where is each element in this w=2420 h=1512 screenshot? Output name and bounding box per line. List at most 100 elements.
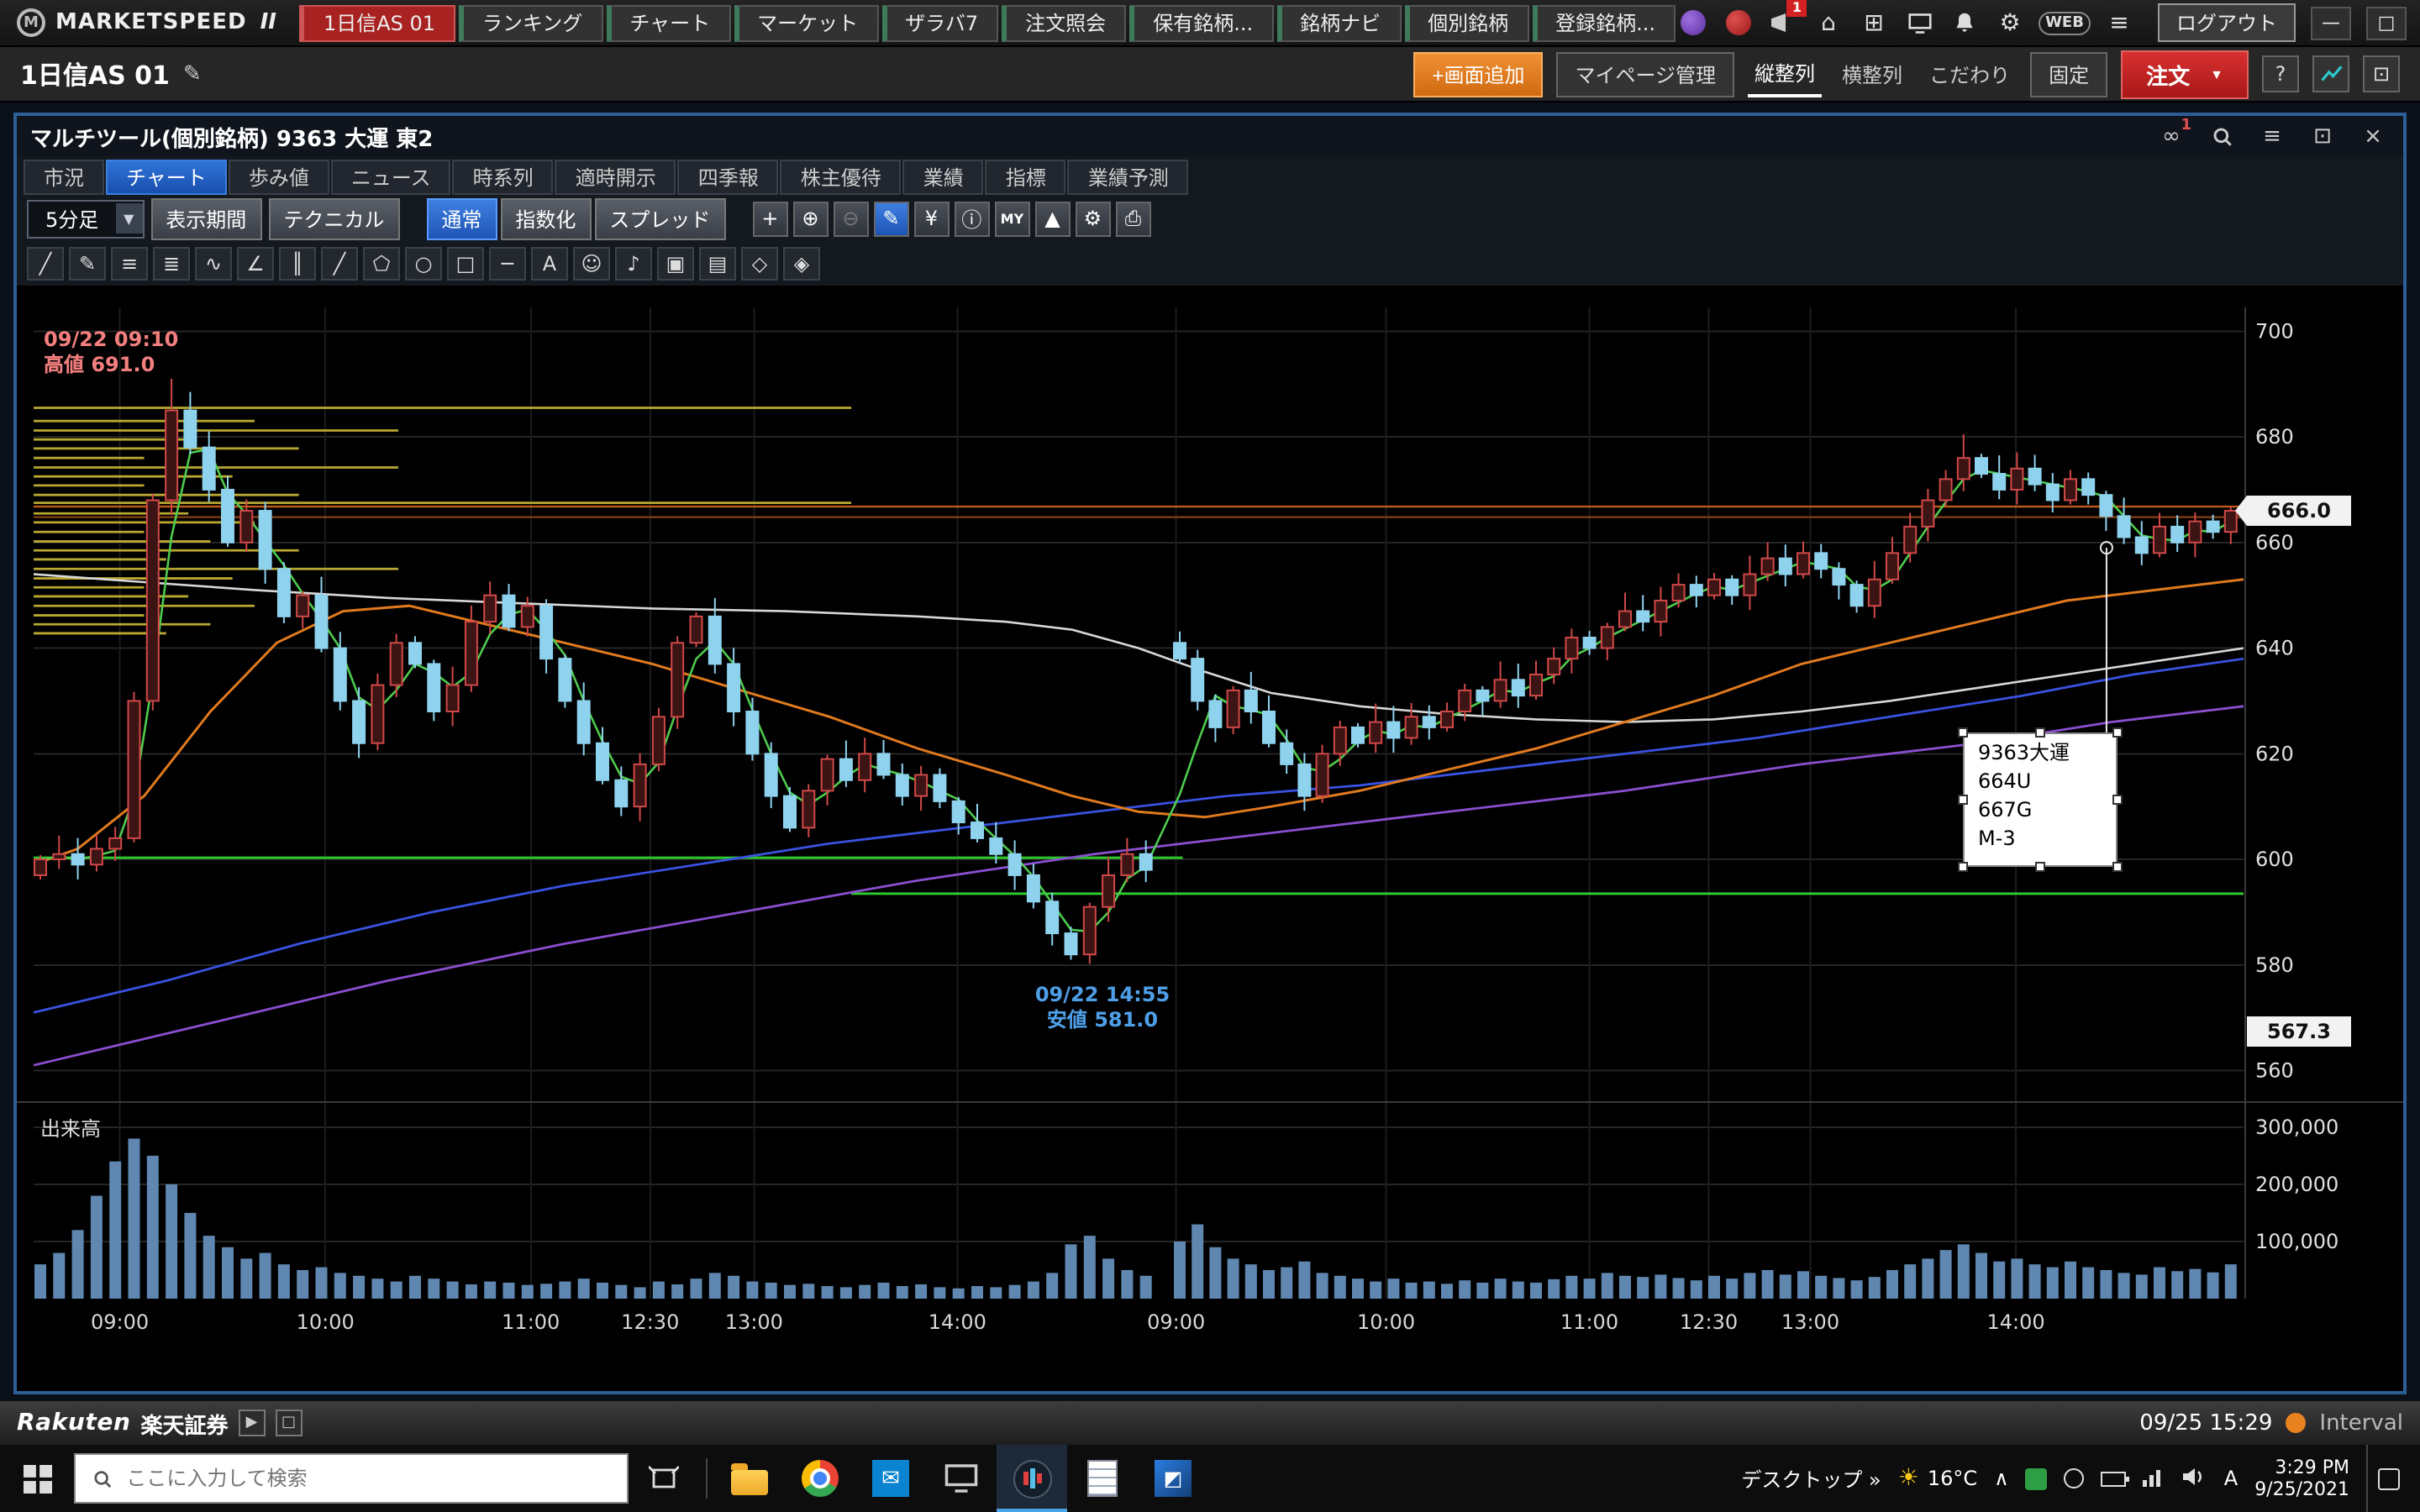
antivirus-tray-icon[interactable] — [2026, 1467, 2048, 1489]
app-tab[interactable]: マーケット — [734, 4, 878, 41]
trend-line-tool-icon[interactable]: ╱ — [27, 247, 64, 281]
wave-line-tool-icon[interactable]: ∿ — [195, 247, 232, 281]
announcement-icon[interactable]: 1 — [1766, 6, 1800, 39]
market-app-icon[interactable] — [1721, 6, 1754, 39]
technical-button[interactable]: テクニカル — [268, 197, 399, 239]
purple-app-icon[interactable] — [1676, 6, 1709, 39]
window-tab[interactable]: 株主優待 — [781, 160, 902, 195]
yen-scale-icon[interactable]: ¥ — [913, 201, 949, 236]
window-tab[interactable]: 業績予測 — [1068, 160, 1189, 195]
window-tab[interactable]: 時系列 — [453, 160, 554, 195]
fan-line-tool-icon[interactable]: ∠ — [237, 247, 274, 281]
chart-mode-button[interactable]: 指数化 — [500, 197, 591, 239]
window-tab[interactable]: 歩み値 — [229, 160, 329, 195]
window-tab[interactable]: 業績 — [903, 160, 984, 195]
order-button[interactable]: 注文 ▼ — [2121, 50, 2249, 98]
app-tab[interactable]: 銘柄ナビ — [1276, 4, 1401, 41]
window-tab[interactable]: 市況 — [24, 160, 104, 195]
selection-handle[interactable] — [2112, 795, 2123, 805]
window-tab[interactable]: ニュース — [331, 160, 451, 195]
bell-icon[interactable] — [1948, 6, 1981, 39]
selection-handle[interactable] — [2112, 862, 2123, 872]
info-icon[interactable]: ⓘ — [954, 201, 989, 236]
ime-indicator[interactable]: A — [2224, 1467, 2238, 1490]
selection-handle[interactable] — [2035, 862, 2045, 872]
selection-handle[interactable] — [1958, 727, 1968, 738]
edit-page-title-icon[interactable]: ✎ — [183, 61, 202, 87]
paste-tool-icon[interactable]: ▤ — [699, 247, 736, 281]
add-window-icon[interactable]: ⊞ — [1857, 6, 1891, 39]
statusbar-window-icon[interactable]: □ — [276, 1410, 302, 1436]
chart-mode-button[interactable]: スプレッド — [594, 197, 725, 239]
sync-tray-icon[interactable] — [2065, 1468, 2085, 1488]
menu-icon[interactable]: ≡ — [2102, 6, 2136, 39]
app-tab[interactable]: 個別銘柄 — [1404, 4, 1528, 41]
crosshair-tool-icon[interactable]: + — [752, 201, 787, 236]
marketspeed-taskbar-icon[interactable] — [997, 1445, 1067, 1512]
vertical-lines-tool-icon[interactable]: ║ — [279, 247, 316, 281]
eraser-tool-icon[interactable]: ◇ — [741, 247, 778, 281]
app-tab[interactable]: ザラバ7 — [881, 4, 998, 41]
app-tab[interactable]: チャート — [606, 4, 730, 41]
add-screen-button[interactable]: +画面追加 — [1413, 51, 1543, 97]
copy-tool-icon[interactable]: ▣ — [657, 247, 694, 281]
pin-fixed-button[interactable]: 固定 — [2030, 51, 2107, 97]
window-tab[interactable]: 適時開示 — [555, 160, 676, 195]
expand-statusbar-icon[interactable]: ▶ — [239, 1410, 266, 1436]
chart-shortcut-icon[interactable] — [2312, 55, 2349, 92]
search-icon[interactable] — [2205, 121, 2238, 151]
app-tab[interactable]: 保有銘柄... — [1129, 4, 1273, 41]
taskbar-search[interactable] — [74, 1453, 629, 1504]
window-tab[interactable]: チャート — [106, 160, 227, 195]
window-tab[interactable]: 指標 — [986, 160, 1066, 195]
mountain-chart-icon[interactable]: ▲ — [1034, 201, 1070, 236]
layout-windows-icon[interactable]: ⊡ — [2363, 55, 2400, 92]
selection-handle[interactable] — [1958, 862, 1968, 872]
zoom-out-icon[interactable]: ⊖ — [833, 201, 868, 236]
help-button[interactable]: ? — [2262, 55, 2299, 92]
polygon-tool-icon[interactable]: ⬠ — [363, 247, 400, 281]
volume-icon[interactable] — [2184, 1466, 2207, 1491]
chrome-icon[interactable] — [785, 1445, 855, 1512]
icon-stamp-tool-icon[interactable]: ☺ — [573, 247, 610, 281]
timeframe-dropdown-icon[interactable]: ▼ — [115, 203, 142, 234]
link-icon[interactable]: ∞1 — [2154, 121, 2188, 151]
start-button[interactable] — [0, 1445, 74, 1512]
minimize-button[interactable]: — — [2311, 6, 2351, 39]
web-icon[interactable]: WEB — [2039, 11, 2091, 34]
chart-canvas[interactable]: 700680660640620600580560300,000200,00010… — [17, 287, 2403, 1391]
multi-hline-tool-icon[interactable]: ≡ — [111, 247, 148, 281]
kodawari-button[interactable]: こだわり — [1923, 53, 2017, 95]
marker-pen-tool-icon[interactable]: ✎ — [69, 247, 106, 281]
action-center-icon[interactable] — [2366, 1445, 2410, 1512]
app-tab[interactable]: 登録銘柄... — [1532, 4, 1676, 41]
selection-handle[interactable] — [2112, 727, 2123, 738]
horizontal-line-tool-icon[interactable]: ─ — [489, 247, 526, 281]
multi-hline-bold-tool-icon[interactable]: ≣ — [153, 247, 190, 281]
cast-monitor-icon[interactable] — [1902, 6, 1936, 39]
mypage-manage-button[interactable]: マイページ管理 — [1556, 51, 1734, 97]
app-tab[interactable]: 1日信AS 01 — [300, 4, 455, 41]
order-dropdown-icon[interactable]: ▼ — [2210, 66, 2223, 81]
task-view-icon[interactable] — [629, 1445, 699, 1512]
taskbar-search-input[interactable] — [126, 1467, 610, 1490]
draw-mode-icon[interactable]: ✎ — [873, 201, 908, 236]
chart-tooltip[interactable]: 9363大運 664U 667G M-3 — [1963, 732, 2118, 867]
text-tool-icon[interactable]: A — [531, 247, 568, 281]
my-chart-icon[interactable]: MY — [994, 201, 1029, 236]
battery-icon[interactable] — [2102, 1471, 2127, 1486]
duplicate-window-icon[interactable]: ⊡ — [2306, 121, 2339, 151]
window-title-bar[interactable]: マルチツール(個別銘柄) 9363 大運 東2 ∞1 ≡ ⊡ × — [17, 116, 2403, 156]
timeframe-select[interactable]: 5分足 ▼ — [27, 199, 144, 238]
rectangle-tool-icon[interactable]: □ — [447, 247, 484, 281]
file-explorer-icon[interactable] — [714, 1445, 785, 1512]
desktop-toolbar[interactable]: デスクトップ » — [1741, 1464, 1881, 1493]
ray-line-tool-icon[interactable]: ╱ — [321, 247, 358, 281]
settings-gear-icon[interactable]: ⚙ — [1993, 6, 2027, 39]
weather-widget[interactable]: ☀ 16°C — [1898, 1465, 1977, 1492]
ellipse-tool-icon[interactable]: ○ — [405, 247, 442, 281]
tray-expand-icon[interactable]: ∧ — [1994, 1467, 2009, 1490]
chart-mode-button[interactable]: 通常 — [426, 197, 497, 239]
window-menu-icon[interactable]: ≡ — [2255, 121, 2289, 151]
mail-icon[interactable]: ✉ — [855, 1445, 926, 1512]
